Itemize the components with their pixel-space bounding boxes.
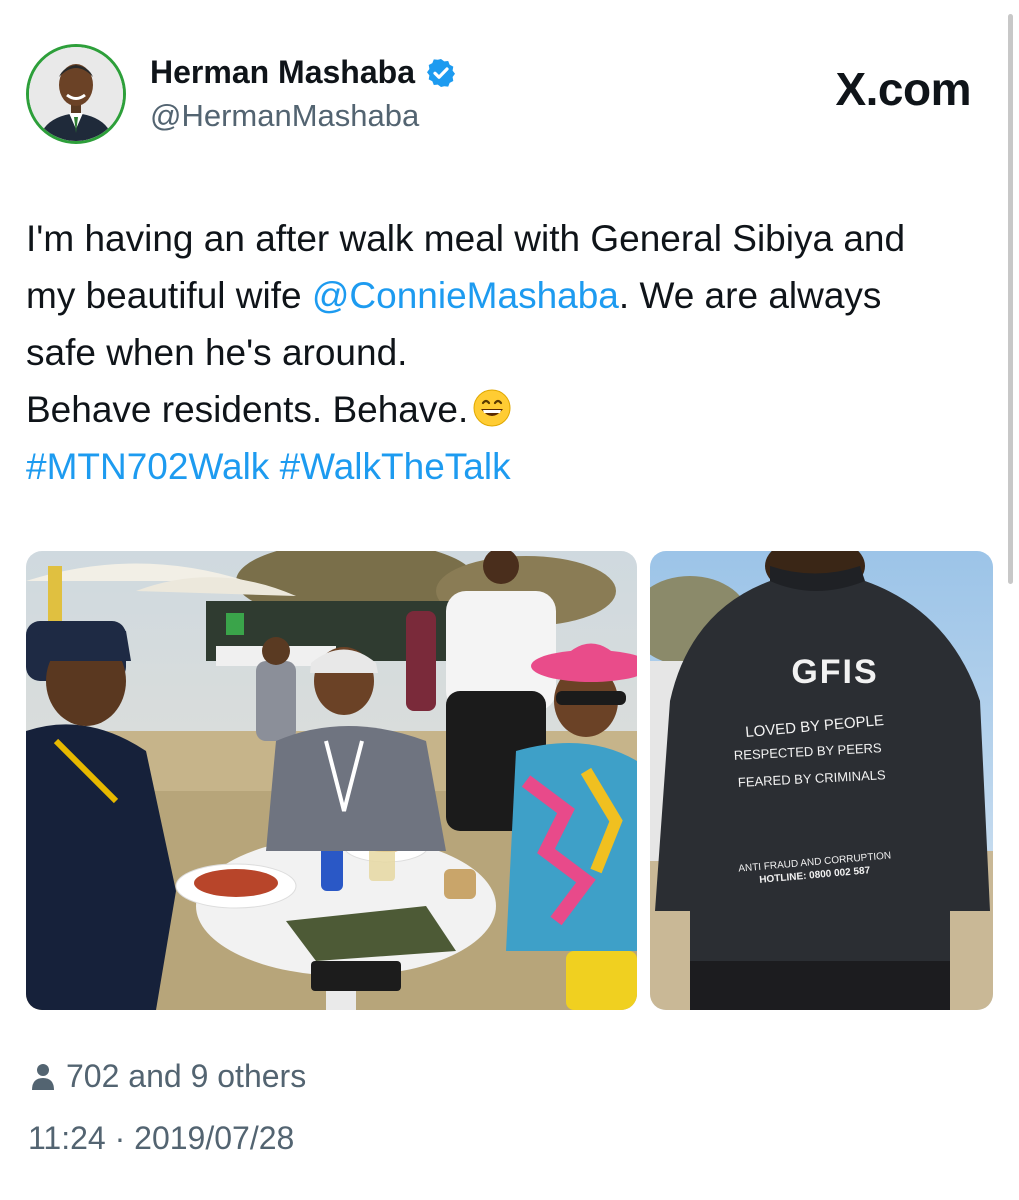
tweet-card: Herman Mashaba @HermanMashaba X.com I'm …	[0, 0, 1019, 1200]
grinning-face-emoji-icon	[473, 389, 511, 427]
mention-link[interactable]: @ConnieMashaba	[312, 275, 619, 316]
tweet-line: my beautiful wife @ConnieMashaba. We are…	[26, 267, 1001, 324]
display-name[interactable]: Herman Mashaba	[150, 54, 415, 91]
likes-row[interactable]: 702 and 9 others	[30, 1058, 306, 1095]
hashtag-link[interactable]: #WalkTheTalk	[280, 446, 511, 487]
jacket-title: GFIS	[791, 653, 878, 691]
avatar[interactable]	[26, 44, 126, 144]
person-icon	[32, 1063, 54, 1090]
tweet-line: I'm having an after walk meal with Gener…	[26, 218, 906, 259]
hashtag-link[interactable]: #MTN702Walk	[26, 446, 269, 487]
brand-logo: X.com	[835, 63, 971, 115]
tweet-text: I'm having an after walk meal with Gener…	[26, 210, 1001, 495]
tweet-text-segment: . We are always	[618, 275, 882, 316]
verified-badge-icon	[426, 58, 455, 87]
likes-text: 702 and 9 others	[66, 1058, 307, 1094]
tweet-line: Behave residents. Behave.	[26, 381, 1001, 438]
photo-gfis-jacket[interactable]: GFIS LOVED BY PEOPLE RESPECTED BY PEERS …	[650, 551, 993, 1010]
handle[interactable]: @HermanMashaba	[150, 98, 419, 134]
photo-group-meal[interactable]	[26, 551, 637, 1010]
scrollbar[interactable]	[1008, 14, 1013, 584]
tweet-text-segment: my beautiful wife	[26, 275, 312, 316]
tweet-line: #MTN702Walk #WalkTheTalk	[26, 438, 1001, 495]
author-name-row[interactable]: Herman Mashaba	[150, 54, 457, 91]
tweet-text-segment: Behave residents. Behave.	[26, 389, 469, 430]
timestamp[interactable]: 11:24 · 2019/07/28	[28, 1120, 294, 1157]
tweet-line: safe when he's around.	[26, 332, 408, 373]
